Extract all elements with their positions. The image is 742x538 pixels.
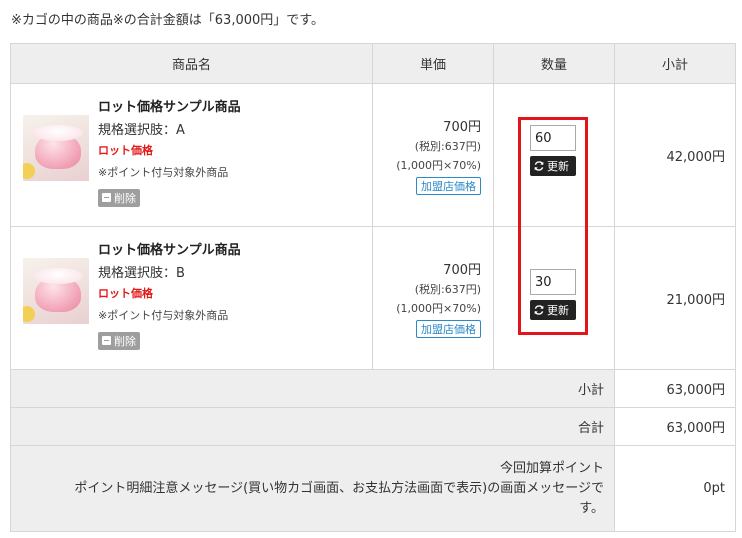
lot-price-label: ロット価格 [98,143,153,157]
update-button[interactable]: 更新 [530,156,576,176]
points-row: 今回加算ポイント ポイント明細注意メッセージ(買い物カゴ画面、お支払方法画面で表… [10,445,736,532]
product-variant: 規格選択肢：A [98,122,185,138]
product-thumbnail[interactable] [23,115,89,181]
unit-price-cell: 700円 (税別:637円) (1,000円×70%) 加盟店価格 [372,226,494,370]
total-label: 合計 [10,407,615,446]
delete-label: 削除 [114,191,136,205]
update-button[interactable]: 更新 [530,300,576,320]
member-price-tag: 加盟店価格 [416,176,481,195]
total-value: 63,000円 [614,407,736,446]
quantity-cell: 更新 [493,226,615,370]
subtotal-label: 小計 [10,369,615,408]
points-message-cont: す。 [579,500,604,516]
unit-price-cell: 700円 (税別:637円) (1,000円×70%) 加盟店価格 [372,83,494,227]
lot-price-label: ロット価格 [98,286,153,300]
item-subtotal: 21,000円 [614,226,736,370]
product-name-link[interactable]: ロット価格サンプル商品 [98,96,241,115]
member-price-tag: 加盟店価格 [416,319,481,338]
header-subtotal: 小計 [614,43,736,84]
subtotal-value: 63,000円 [614,369,736,408]
product-thumbnail[interactable] [23,258,89,324]
table-row: ロット価格サンプル商品 規格選択肢：A ロット価格 ※ポイント付与対象外商品 削… [10,83,736,227]
item-subtotal: 42,000円 [614,83,736,227]
product-name-link[interactable]: ロット価格サンプル商品 [98,239,241,258]
quantity-input[interactable] [530,125,576,151]
delete-button[interactable]: 削除 [98,188,140,207]
total-row: 合計 63,000円 [10,407,736,446]
delete-button[interactable]: 削除 [98,331,140,350]
point-exclusion-note: ※ポイント付与対象外商品 [98,165,229,179]
minus-icon [102,336,111,345]
subtotal-row: 小計 63,000円 [10,369,736,408]
price-calculation: (1,000円×70%) [396,301,481,315]
minus-icon [102,193,111,202]
header-unit-price: 単価 [372,43,494,84]
cart-table: 商品名 単価 数量 小計 ロット価格サンプル商品 規格選択肢：A ロット価格 ※… [10,43,736,532]
refresh-icon [534,305,544,315]
product-variant: 規格選択肢：B [98,265,185,281]
quantity-input[interactable] [530,269,576,295]
refresh-icon [534,161,544,171]
update-label: 更新 [547,304,569,317]
price-calculation: (1,000円×70%) [396,158,481,172]
delete-label: 削除 [114,334,136,348]
points-value: 0pt [614,445,736,532]
update-label: 更新 [547,160,569,173]
cart-total-notice: ※カゴの中の商品※の合計金額は「63,000円」です。 [11,13,324,28]
points-message: ポイント明細注意メッセージ(買い物カゴ画面、お支払方法画面で表示)の画面メッセー… [74,480,604,496]
header-quantity: 数量 [493,43,615,84]
price-excl-tax: (税別:637円) [414,282,481,296]
unit-price: 700円 [443,262,481,278]
price-excl-tax: (税別:637円) [414,139,481,153]
quantity-cell: 更新 [493,83,615,227]
points-label: 今回加算ポイント [499,460,604,476]
table-header-row: 商品名 単価 数量 小計 [10,43,736,84]
unit-price: 700円 [443,119,481,135]
table-row: ロット価格サンプル商品 規格選択肢：B ロット価格 ※ポイント付与対象外商品 削… [10,226,736,370]
points-label-cell: 今回加算ポイント ポイント明細注意メッセージ(買い物カゴ画面、お支払方法画面で表… [10,445,615,532]
point-exclusion-note: ※ポイント付与対象外商品 [98,308,229,322]
product-cell: ロット価格サンプル商品 規格選択肢：A ロット価格 ※ポイント付与対象外商品 削… [10,83,373,227]
header-product-name: 商品名 [10,43,373,84]
product-cell: ロット価格サンプル商品 規格選択肢：B ロット価格 ※ポイント付与対象外商品 削… [10,226,373,370]
